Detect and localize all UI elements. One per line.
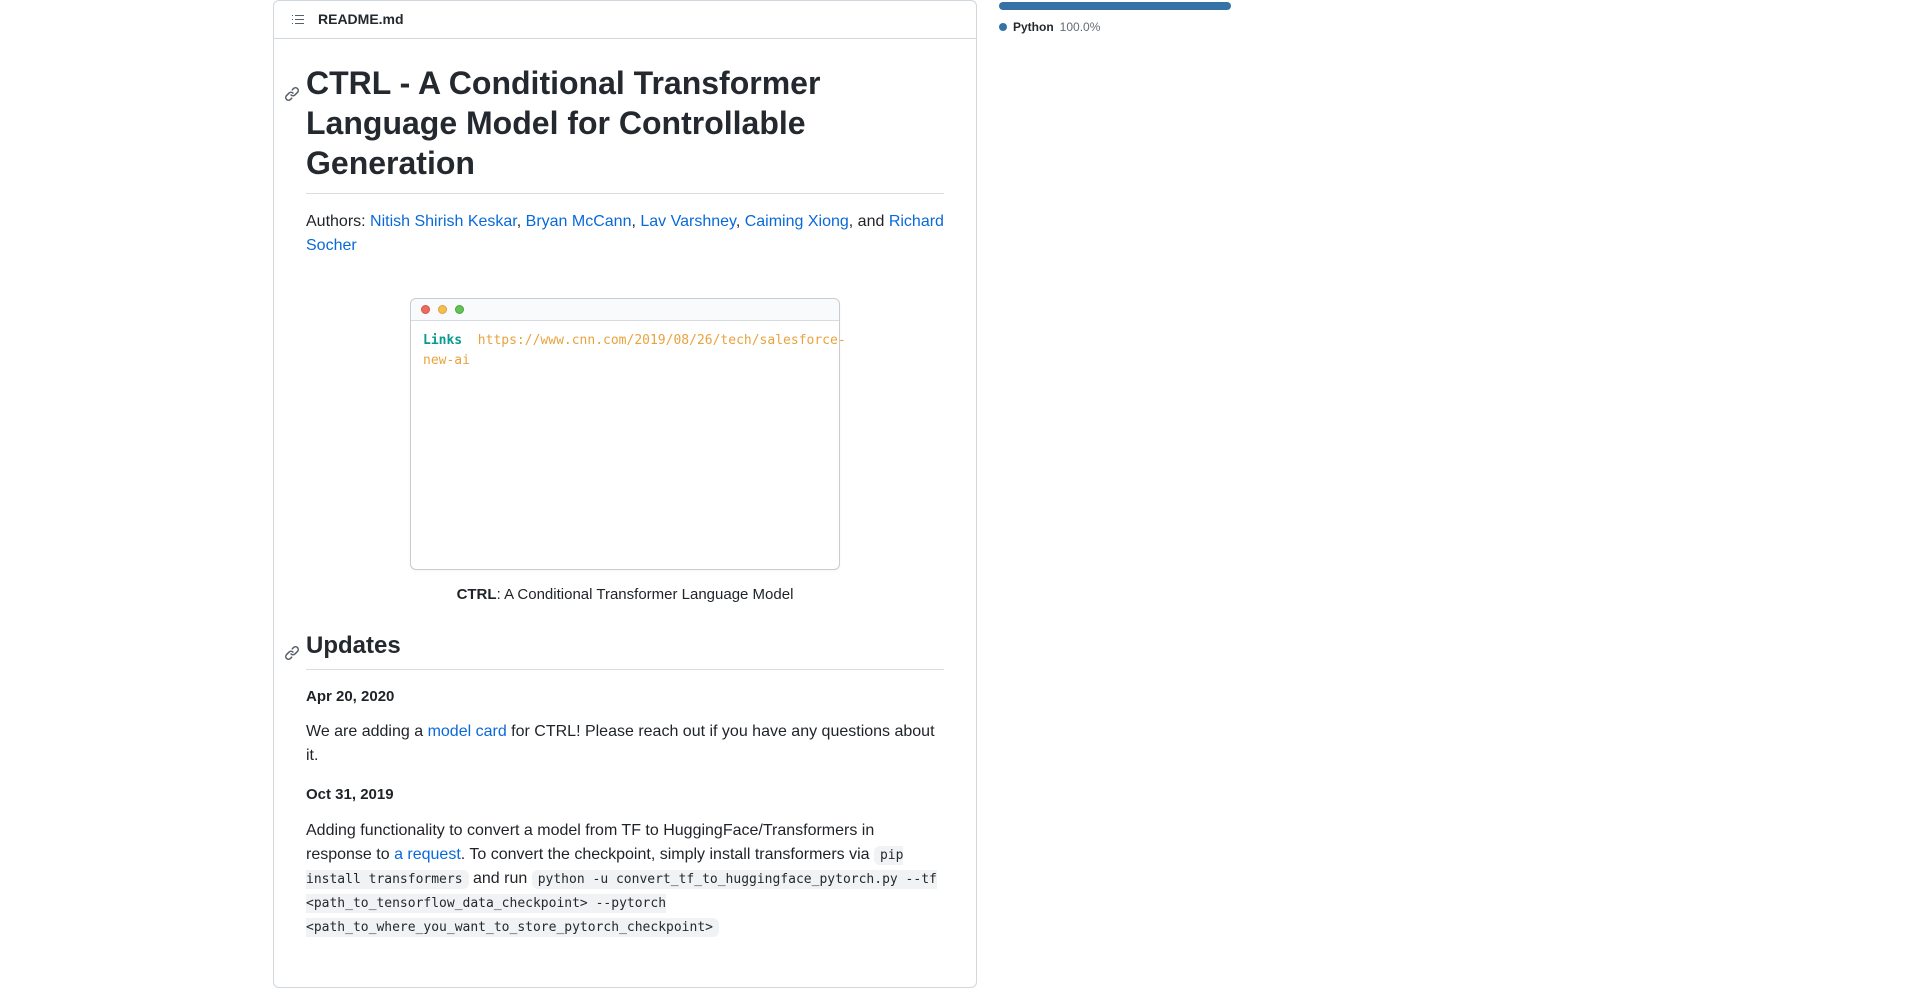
terminal-body: Links https://www.cnn.com/2019/08/26/tec…	[411, 321, 839, 569]
sep: ,	[517, 213, 526, 230]
terminal-titlebar	[411, 299, 839, 321]
languages-sidebar: Python 100.0%	[999, 0, 1231, 988]
updates-heading-text: Updates	[306, 632, 401, 659]
terminal-prompt: Links	[423, 333, 462, 348]
terminal-url: https://www.cnn.com/2019/08/26/tech/sale…	[423, 333, 846, 368]
u2-mid1: . To convert the checkpoint, simply inst…	[461, 846, 874, 863]
terminal-figure: Links https://www.cnn.com/2019/08/26/tec…	[306, 298, 944, 570]
language-bar	[999, 2, 1231, 10]
author-link-2[interactable]: Lav Varshney	[640, 213, 735, 230]
language-percent: 100.0%	[1060, 18, 1101, 36]
window-close-dot	[421, 305, 430, 314]
updates-heading: Updates	[306, 631, 944, 670]
u2-mid2: and run	[469, 870, 532, 887]
figure-caption: CTRL: A Conditional Transformer Language…	[306, 584, 944, 607]
language-row[interactable]: Python 100.0%	[999, 18, 1231, 36]
update-body-2: Adding functionality to convert a model …	[306, 819, 944, 939]
sep: ,	[736, 213, 745, 230]
window-max-dot	[455, 305, 464, 314]
authors-prefix: Authors:	[306, 213, 370, 230]
u1-pre: We are adding a	[306, 723, 428, 740]
page-title: CTRL - A Conditional Transformer Languag…	[306, 63, 944, 194]
link-icon[interactable]	[284, 71, 300, 111]
caption-bold: CTRL	[457, 586, 497, 603]
author-link-3[interactable]: Caiming Xiong	[745, 213, 849, 230]
author-link-1[interactable]: Bryan McCann	[526, 213, 632, 230]
caption-rest: : A Conditional Transformer Language Mod…	[497, 586, 794, 603]
title-text: CTRL - A Conditional Transformer Languag…	[306, 65, 820, 181]
update-date-2: Oct 31, 2019	[306, 784, 944, 807]
sep-last: , and	[849, 213, 889, 230]
author-link-0[interactable]: Nitish Shirish Keskar	[370, 213, 517, 230]
readme-header: README.md	[274, 1, 976, 39]
request-link[interactable]: a request	[394, 846, 461, 863]
update-date-1: Apr 20, 2020	[306, 686, 944, 709]
language-dot-icon	[999, 23, 1007, 31]
language-name: Python	[1013, 18, 1054, 36]
window-min-dot	[438, 305, 447, 314]
update-body-1: We are adding a model card for CTRL! Ple…	[306, 720, 944, 768]
model-card-link[interactable]: model card	[428, 723, 507, 740]
readme-container: README.md CTRL - A Conditional Transform…	[273, 0, 977, 988]
link-icon[interactable]	[284, 639, 300, 669]
terminal-window: Links https://www.cnn.com/2019/08/26/tec…	[410, 298, 840, 570]
readme-body: CTRL - A Conditional Transformer Languag…	[274, 39, 976, 987]
readme-filename[interactable]: README.md	[318, 9, 404, 30]
toc-icon[interactable]	[290, 12, 306, 28]
authors-line: Authors: Nitish Shirish Keskar, Bryan Mc…	[306, 210, 944, 258]
